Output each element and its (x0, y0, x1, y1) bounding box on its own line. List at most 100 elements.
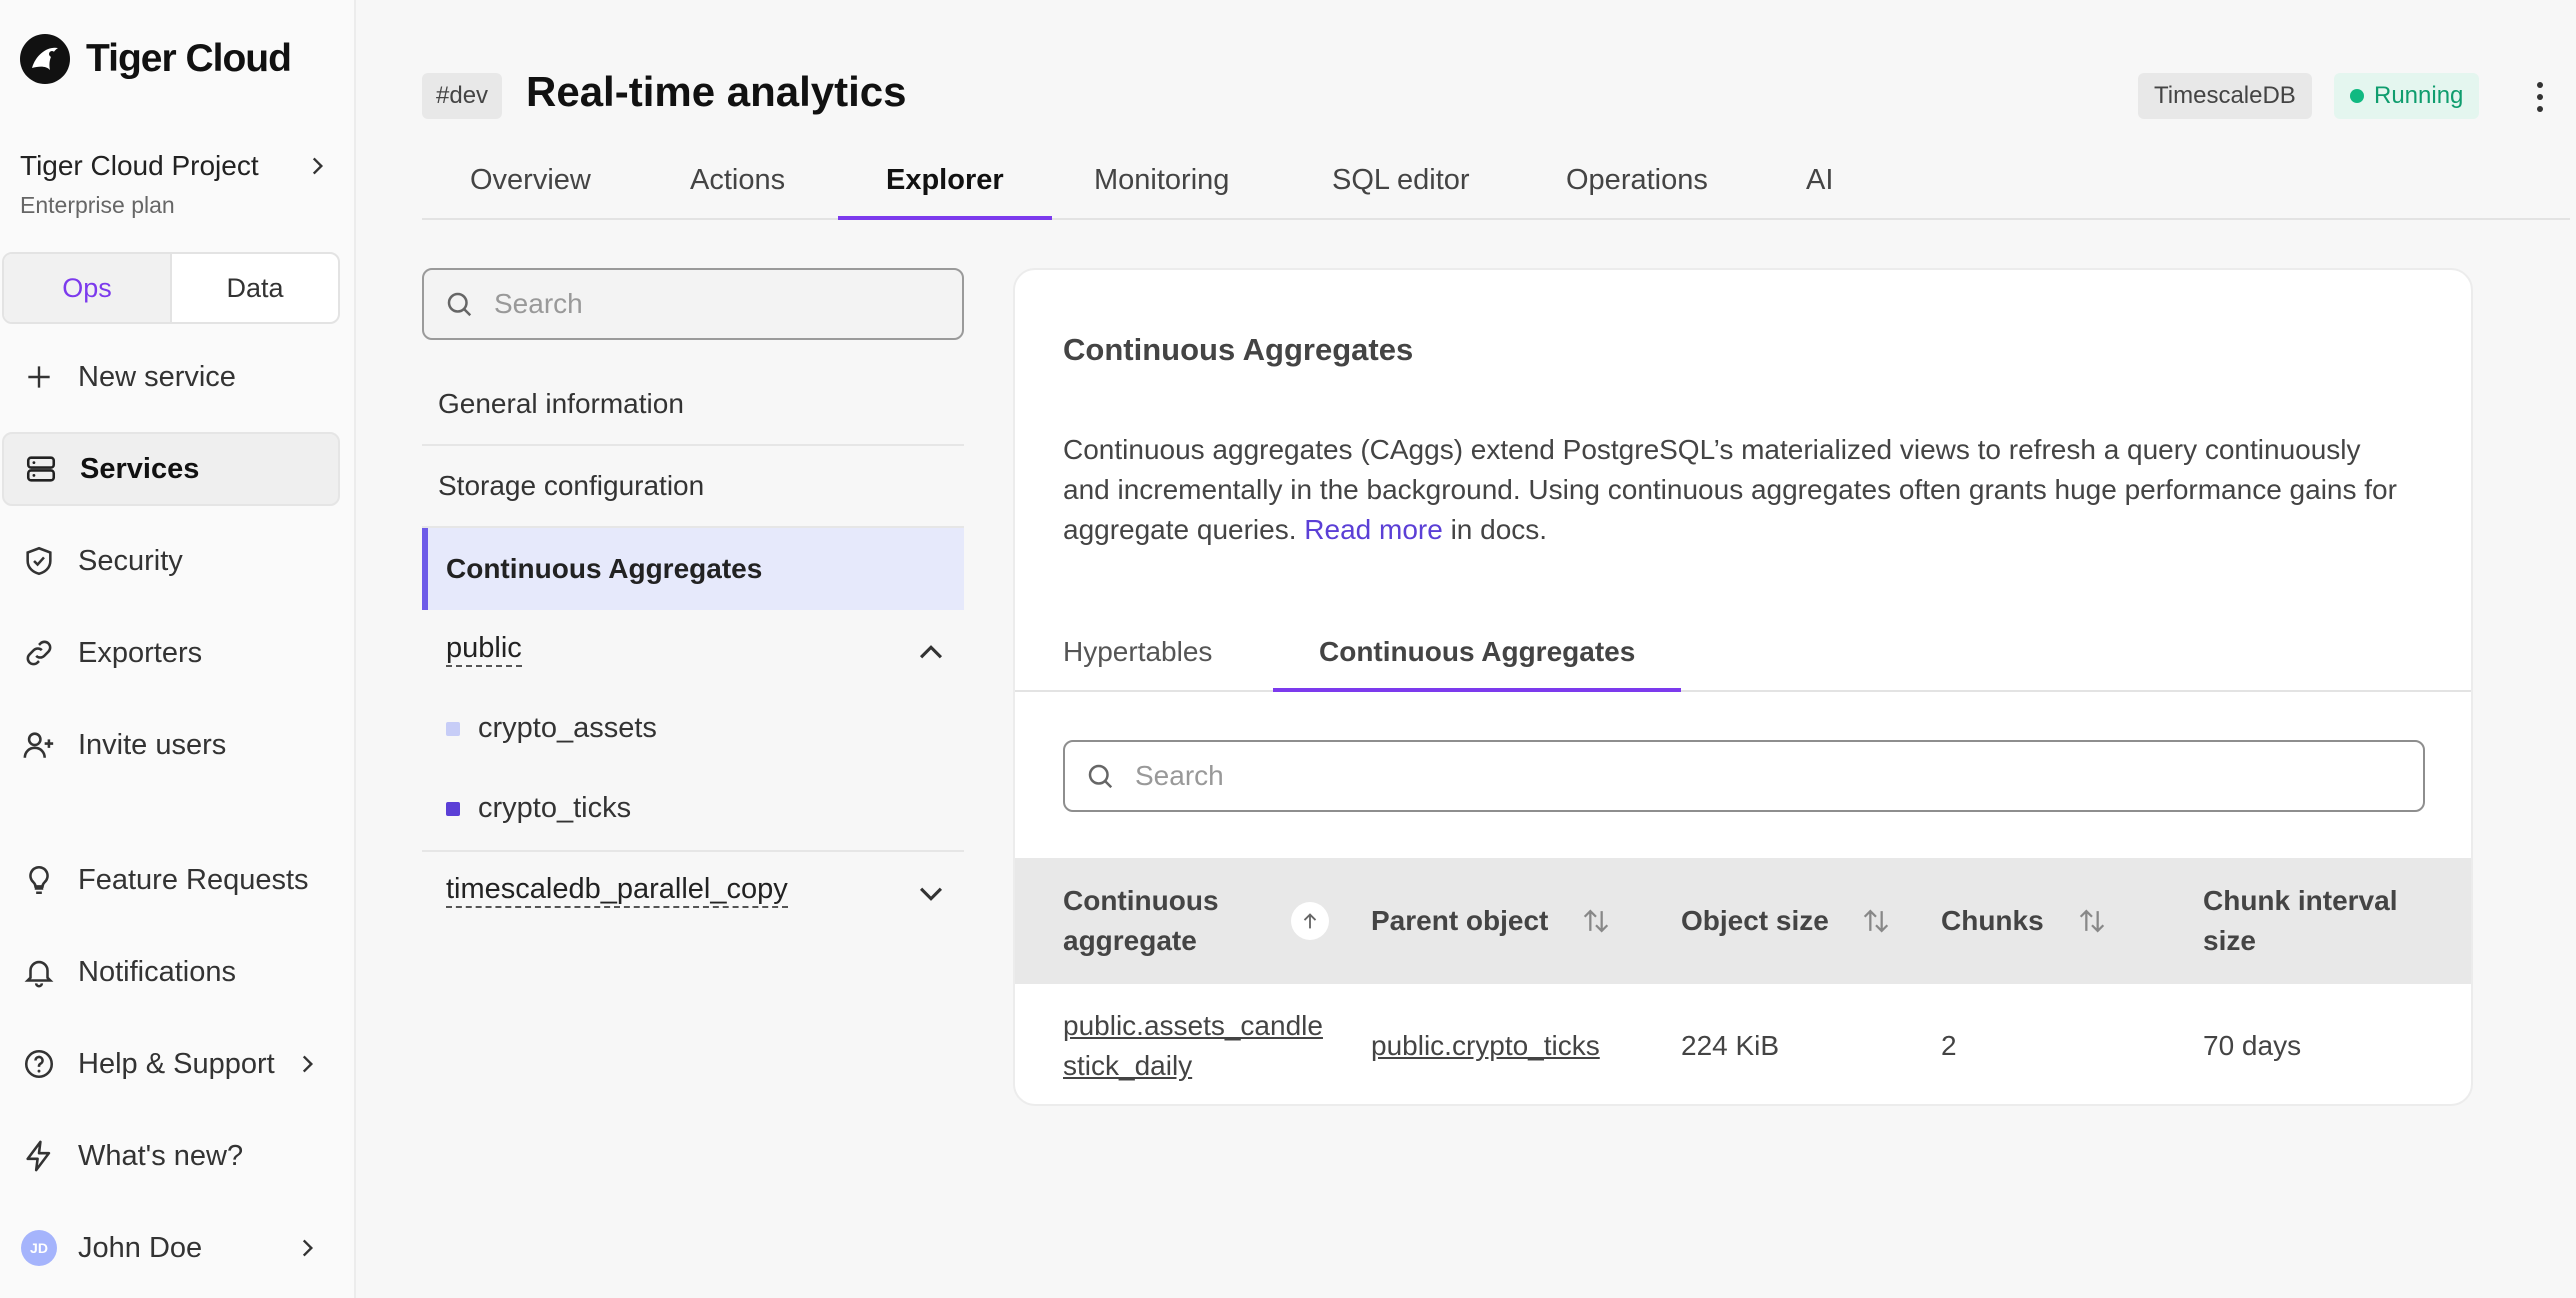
lightbulb-icon (20, 861, 58, 899)
tab-continuous-aggregates[interactable]: Continuous Aggregates (1273, 622, 1682, 692)
table-row: public.assets_candlestick_daily public.c… (1015, 984, 2471, 1104)
tab-ai[interactable]: AI (1806, 150, 1833, 220)
parent-object-link[interactable]: public.crypto_ticks (1371, 984, 1600, 1104)
sidebar-item-security[interactable]: Security (2, 524, 340, 598)
sidebar-item-label: Exporters (78, 636, 203, 669)
user-plus-icon (20, 726, 58, 764)
explorer-search[interactable]: Search (422, 268, 964, 340)
chunks-value: 2 (1941, 1030, 1957, 1061)
status-label: Running (2374, 82, 2464, 109)
db-type-badge: TimescaleDB (2138, 73, 2312, 119)
search-icon (1088, 764, 1113, 789)
project-plan: Enterprise plan (20, 192, 175, 218)
search-input[interactable]: Search (494, 288, 583, 320)
caggs-search[interactable]: Search (1063, 740, 2425, 812)
shield-check-icon (20, 542, 58, 580)
sidebar-item-label: New service (78, 360, 236, 393)
env-tag: #dev (422, 73, 503, 119)
table-item-crypto-ticks[interactable]: crypto_ticks (446, 792, 631, 825)
sidebar-item-label: Help & Support (78, 1047, 275, 1080)
help-circle-icon (20, 1045, 58, 1083)
cagg-name-link[interactable]: public.assets_candlestick_daily (1063, 984, 1333, 1104)
user-menu[interactable]: JD John Doe (2, 1211, 340, 1285)
tab-actions[interactable]: Actions (690, 150, 785, 220)
sidebar-item-label: Feature Requests (78, 863, 309, 896)
service-tabs: Overview Actions Explorer Monitoring SQL… (422, 150, 2570, 220)
project-name: Tiger Cloud Project (20, 150, 259, 181)
search-icon (447, 292, 472, 317)
sort-ascending-icon[interactable] (1291, 902, 1329, 940)
schema-timescaledb-parallel-copy[interactable]: timescaledb_parallel_copy (446, 873, 788, 908)
sidebar-item-label: What's new? (78, 1139, 244, 1172)
status-dot-icon (2350, 89, 2364, 103)
tab-operations[interactable]: Operations (1566, 150, 1708, 220)
divider (422, 850, 964, 852)
column-header-chunk-interval-size[interactable]: Chunk interval size (2203, 858, 2433, 984)
search-input[interactable]: Search (1135, 760, 1224, 792)
sidebar-item-notifications[interactable]: Notifications (2, 935, 340, 1009)
sidebar-item-label: Invite users (78, 728, 227, 761)
user-name: John Doe (78, 1231, 203, 1264)
sidebar-item-label: Notifications (78, 955, 236, 988)
column-header-parent-object[interactable]: Parent object (1371, 858, 1548, 984)
explorer-item-label: Storage configuration (438, 470, 705, 501)
sidebar-item-new-service[interactable]: New service (2, 340, 340, 414)
avatar: JD (21, 1230, 57, 1266)
sort-icon[interactable] (1857, 902, 1895, 940)
read-more-link[interactable]: Read more (1304, 514, 1443, 545)
bell-icon (20, 953, 58, 991)
plus-icon (20, 358, 58, 396)
explorer-item-general-information[interactable]: General information (422, 364, 964, 446)
chunk-interval-value: 70 days (2203, 1030, 2302, 1061)
chevron-up-icon[interactable] (914, 636, 948, 670)
tab-overview[interactable]: Overview (470, 150, 591, 220)
sort-icon[interactable] (2073, 902, 2111, 940)
explorer-item-label: General information (438, 388, 684, 419)
server-icon (22, 450, 60, 488)
sidebar-item-whats-new[interactable]: What's new? (2, 1119, 340, 1193)
sidebar-item-label: Security (78, 544, 183, 577)
continuous-aggregates-card: Continuous Aggregates Continuous aggrega… (1013, 268, 2473, 1106)
table-color-icon (446, 801, 460, 816)
table-item-crypto-assets[interactable]: crypto_assets (446, 712, 657, 745)
card-description: Continuous aggregates (CAggs) extend Pos… (1063, 434, 2397, 545)
tab-hypertables[interactable]: Hypertables (1063, 622, 1212, 692)
status-badge: Running (2334, 73, 2480, 119)
chevron-right-icon (312, 157, 324, 175)
explorer-item-storage-configuration[interactable]: Storage configuration (422, 446, 964, 528)
explorer-item-continuous-aggregates[interactable]: Continuous Aggregates (422, 528, 964, 610)
app-logo[interactable]: Tiger Cloud (18, 32, 292, 86)
table-header: Continuous aggregate Parent object Objec… (1015, 858, 2471, 984)
zap-icon (20, 1137, 58, 1175)
more-options-icon[interactable] (2522, 74, 2558, 120)
card-title: Continuous Aggregates (1063, 332, 1414, 367)
sidebar-item-help-support[interactable]: Help & Support (2, 1027, 340, 1101)
schema-public[interactable]: public (446, 632, 522, 667)
explorer-item-label: Continuous Aggregates (446, 553, 763, 584)
sidebar-item-services[interactable]: Services (2, 432, 340, 506)
chevron-down-icon[interactable] (914, 876, 948, 910)
mode-toggle: Ops Data (2, 252, 340, 324)
tab-sql-editor[interactable]: SQL editor (1332, 150, 1470, 220)
sidebar-item-exporters[interactable]: Exporters (2, 616, 340, 690)
column-header-continuous-aggregate[interactable]: Continuous aggregate (1063, 858, 1283, 984)
ops-toggle[interactable]: Ops (4, 254, 172, 322)
app-name: Tiger Cloud (86, 37, 292, 80)
table-color-icon (446, 721, 460, 736)
object-size-value: 224 KiB (1681, 1030, 1780, 1061)
data-toggle[interactable]: Data (172, 254, 338, 322)
sidebar: Tiger Cloud Tiger Cloud Project Enterpri… (0, 0, 356, 1298)
sidebar-item-feature-requests[interactable]: Feature Requests (2, 843, 340, 917)
tab-explorer[interactable]: Explorer (838, 150, 1052, 220)
table-name: crypto_ticks (478, 792, 632, 824)
sidebar-item-invite-users[interactable]: Invite users (2, 708, 340, 782)
project-selector[interactable]: Tiger Cloud Project Enterprise plan (20, 150, 330, 219)
column-header-object-size[interactable]: Object size (1681, 858, 1829, 984)
tab-monitoring[interactable]: Monitoring (1094, 150, 1229, 220)
card-tabs: Hypertables Continuous Aggregates (1015, 622, 2471, 692)
sort-icon[interactable] (1577, 902, 1615, 940)
column-header-chunks[interactable]: Chunks (1941, 858, 2044, 984)
table-name: crypto_assets (478, 712, 657, 744)
tiger-logo-icon (20, 34, 70, 84)
chevron-right-icon (302, 1055, 314, 1073)
